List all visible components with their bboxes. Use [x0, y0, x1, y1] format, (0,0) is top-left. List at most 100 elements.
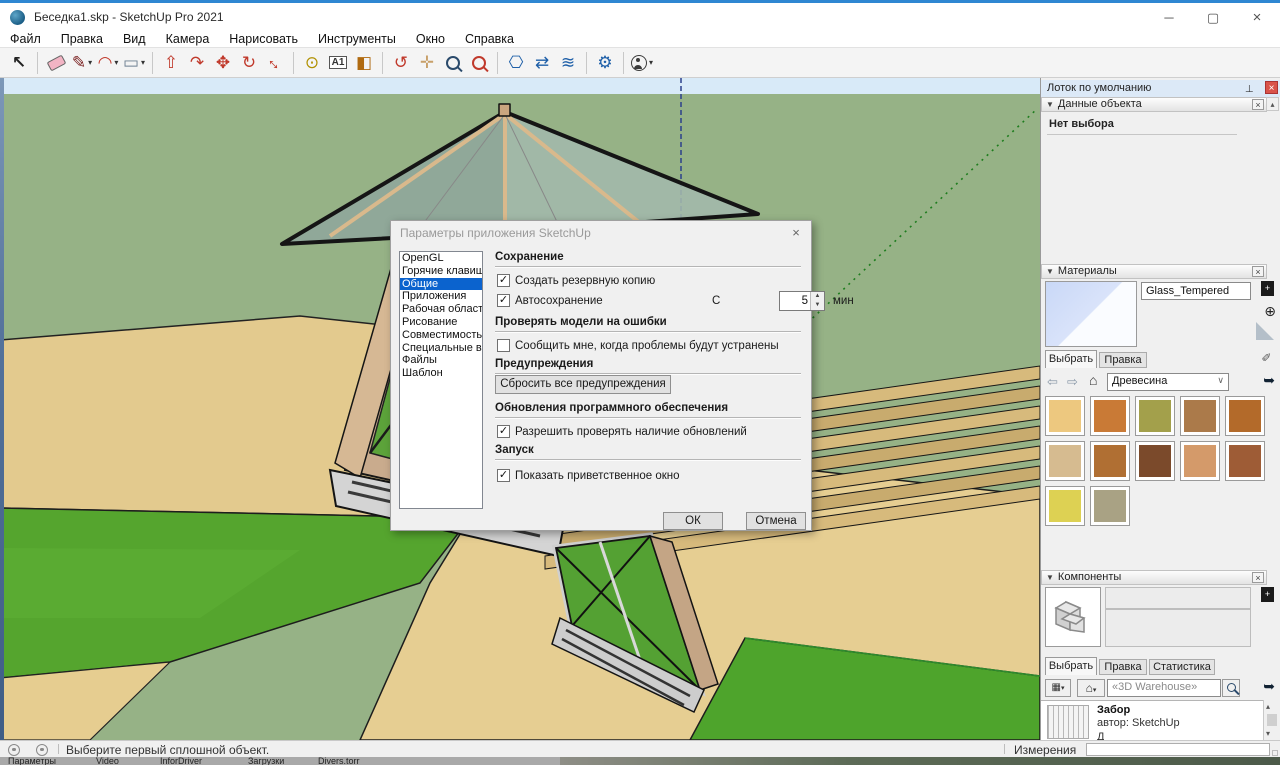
in-model-icon[interactable]: ➥ [1263, 678, 1275, 695]
measurements-input[interactable] [1086, 743, 1270, 756]
menu-draw[interactable]: Нарисовать [219, 32, 308, 46]
scroll-down-icon[interactable]: ▾ [1266, 729, 1270, 738]
move-tool-icon[interactable]: ✥ [211, 50, 235, 76]
collapse-icon[interactable]: ▼ [1046, 267, 1054, 276]
material-swatch[interactable] [1135, 441, 1175, 481]
in-model-icon[interactable]: ➥ [1263, 372, 1275, 389]
checkbox-checked-icon[interactable]: ✓ [497, 294, 510, 307]
list-item-workspace[interactable]: Рабочая область [400, 303, 482, 316]
material-swatch[interactable] [1090, 441, 1130, 481]
rectangle-tool-icon[interactable]: ▭▾ [122, 50, 146, 76]
zoom-extents-tool-icon[interactable] [467, 50, 491, 76]
follow-me-tool-icon[interactable]: ↷ [185, 50, 209, 76]
component-description-field[interactable] [1105, 609, 1251, 647]
material-swatch[interactable] [1180, 441, 1220, 481]
list-item-opengl[interactable]: OpenGL [400, 252, 482, 265]
material-swatch[interactable] [1045, 441, 1085, 481]
select-tool-icon[interactable]: ↖ [7, 50, 31, 76]
checkbox-checked-icon[interactable]: ✓ [497, 274, 510, 287]
list-item-general[interactable]: Общие [400, 278, 482, 291]
collapse-icon[interactable]: ▼ [1046, 573, 1054, 582]
material-swatch[interactable] [1180, 396, 1220, 436]
section-close-icon[interactable]: × [1252, 266, 1264, 277]
extension-warehouse-icon[interactable]: ≋ [556, 50, 580, 76]
list-item-files[interactable]: Файлы [400, 354, 482, 367]
create-material-icon[interactable]: ⊕ [1264, 303, 1276, 320]
menu-view[interactable]: Вид [113, 32, 156, 46]
component-thumbnail[interactable] [1047, 705, 1089, 739]
materials-tab-edit[interactable]: Правка [1099, 352, 1147, 368]
zoom-tool-icon[interactable] [441, 50, 465, 76]
tape-measure-tool-icon[interactable]: ⊙ [300, 50, 324, 76]
credits-info-icon[interactable] [36, 744, 48, 756]
spinner-down-icon[interactable]: ▼ [810, 301, 824, 310]
material-swatch[interactable] [1045, 486, 1085, 526]
geolocation-icon[interactable] [8, 744, 20, 756]
scale-tool-icon[interactable]: ↔ [257, 45, 292, 80]
scrollbar-thumb[interactable] [1267, 714, 1277, 726]
maximize-button[interactable]: ▢ [1196, 6, 1230, 30]
dialog-titlebar[interactable]: Параметры приложения SketchUp × [391, 221, 811, 245]
extension-manager-icon[interactable]: ⚙ [593, 50, 617, 76]
forward-arrow-icon[interactable]: ⇨ [1067, 374, 1078, 390]
section-close-icon[interactable]: × [1252, 99, 1264, 110]
list-item-drawing[interactable]: Рисование [400, 316, 482, 329]
ok-button[interactable]: ОК [663, 512, 723, 530]
materials-tab-select[interactable]: Выбрать [1045, 350, 1097, 368]
menu-help[interactable]: Справка [455, 32, 524, 46]
menu-window[interactable]: Окно [406, 32, 455, 46]
secondary-pane-icon[interactable]: + [1261, 281, 1274, 296]
pan-tool-icon[interactable]: ✛ [415, 50, 439, 76]
list-item-template[interactable]: Шаблон [400, 367, 482, 380]
checkbox-unchecked-icon[interactable] [497, 339, 510, 352]
material-swatch[interactable] [1225, 441, 1265, 481]
components-tab-statistics[interactable]: Статистика [1149, 659, 1215, 675]
list-item-applications[interactable]: Приложения [400, 290, 482, 303]
section-close-icon[interactable]: × [1252, 572, 1264, 583]
dialog-close-icon[interactable]: × [785, 224, 807, 242]
checkbox-checked-icon[interactable]: ✓ [497, 425, 510, 438]
arc-tool-icon[interactable]: ◠▾ [96, 50, 120, 76]
material-swatch[interactable] [1135, 396, 1175, 436]
menu-edit[interactable]: Правка [51, 32, 113, 46]
line-tool-icon[interactable]: ✎▾ [70, 50, 94, 76]
spinner-up-icon[interactable]: ▲ [810, 292, 824, 301]
minimize-button[interactable]: ─ [1152, 6, 1186, 30]
get-models-icon[interactable]: ⎔ [504, 50, 528, 76]
entity-info-header[interactable]: ▼Данные объекта × [1041, 97, 1267, 112]
component-list-scrollbar[interactable]: ▴ ▾ [1263, 700, 1280, 740]
orbit-tool-icon[interactable]: ↺ [389, 50, 413, 76]
components-header[interactable]: ▼Компоненты × [1041, 570, 1267, 585]
view-options-icon[interactable]: ▦▾ [1045, 679, 1071, 697]
search-icon[interactable] [1222, 679, 1240, 697]
eraser-tool-icon[interactable] [44, 50, 68, 76]
checkbox-notify-fixed[interactable]: Сообщить мне, когда проблемы будут устра… [497, 339, 779, 352]
push-pull-tool-icon[interactable]: ⇧ [159, 50, 183, 76]
resize-grip[interactable] [1272, 750, 1278, 756]
back-arrow-icon[interactable]: ⇦ [1047, 374, 1058, 390]
autosave-interval-spinner[interactable]: 5 ▲ ▼ [779, 291, 825, 311]
reset-warnings-button[interactable]: Сбросить все предупреждения [495, 375, 671, 394]
checkbox-checked-icon[interactable]: ✓ [497, 469, 510, 482]
secondary-pane-icon[interactable]: + [1261, 587, 1274, 602]
cancel-button[interactable]: Отмена [746, 512, 806, 530]
pin-icon[interactable]: ⊤ [1245, 82, 1254, 93]
components-tab-select[interactable]: Выбрать [1045, 657, 1097, 675]
checkbox-welcome-window[interactable]: ✓ Показать приветственное окно [497, 469, 680, 482]
close-button[interactable]: × [1240, 6, 1274, 30]
list-item-compatibility[interactable]: Совместимость [400, 329, 482, 342]
checkbox-create-backup[interactable]: ✓ Создать резервную копию [497, 274, 655, 287]
home-icon[interactable]: ⌂ [1089, 372, 1097, 388]
components-home-icon[interactable]: ⌂▾ [1077, 679, 1105, 697]
menu-tools[interactable]: Инструменты [308, 32, 406, 46]
sample-paint-icon[interactable] [1256, 322, 1274, 340]
eyedropper-icon[interactable]: ✎ [1260, 352, 1274, 362]
component-item-name[interactable]: Забор [1097, 704, 1130, 716]
component-name-field[interactable] [1105, 587, 1251, 609]
tray-scroll-up-icon[interactable]: ▴ [1266, 97, 1279, 111]
checkbox-autosave[interactable]: ✓ Автосохранение С 5 ▲ ▼ мин [497, 294, 803, 307]
material-swatch[interactable] [1225, 396, 1265, 436]
text-tool-icon[interactable]: A1 [326, 50, 350, 76]
menu-camera[interactable]: Камера [156, 32, 220, 46]
material-swatch[interactable] [1090, 396, 1130, 436]
